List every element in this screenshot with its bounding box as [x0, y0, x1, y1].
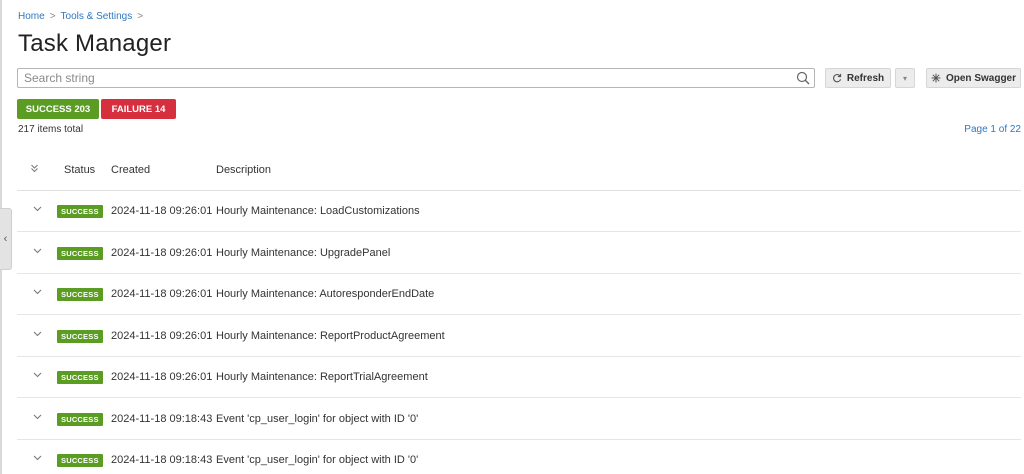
refresh-button[interactable]: Refresh — [825, 68, 891, 88]
chevron-down-icon[interactable] — [33, 246, 42, 256]
column-header-status[interactable]: Status — [64, 164, 95, 176]
open-swagger-button[interactable]: Open Swagger — [926, 68, 1021, 88]
column-header-created[interactable]: Created — [111, 164, 150, 176]
refresh-icon — [832, 73, 842, 83]
status-badge: SUCCESS — [57, 205, 103, 218]
chevron-down-icon[interactable] — [33, 412, 42, 422]
table-row[interactable]: SUCCESS 2024-11-18 09:18:43 Event 'cp_user… — [17, 440, 1021, 474]
search-box — [17, 68, 815, 88]
table-row[interactable]: SUCCESS 2024-11-18 09:26:01 Hourly Mainten… — [17, 316, 1021, 357]
status-badge: SUCCESS — [57, 412, 103, 426]
items-total: 217 items total — [18, 124, 84, 135]
breadcrumb-separator-icon: > — [137, 11, 144, 22]
breadcrumb-home[interactable]: Home — [18, 11, 45, 22]
breadcrumb-tools-settings[interactable]: Tools & Settings — [61, 11, 133, 22]
task-description: Hourly Maintenance: LoadCustomizations — [216, 205, 420, 217]
chevron-left-icon: ‹ — [3, 233, 8, 245]
created-timestamp: 2024-11-18 09:26:01 — [111, 371, 213, 383]
status-badge: SUCCESS — [57, 454, 103, 467]
swagger-icon — [931, 73, 941, 83]
column-header-description[interactable]: Description — [216, 164, 271, 176]
page-title: Task Manager — [18, 30, 172, 57]
open-swagger-label: Open Swagger — [945, 72, 1016, 84]
search-icon[interactable] — [796, 71, 810, 85]
created-timestamp: 2024-11-18 09:18:43 — [111, 454, 213, 466]
table-row[interactable]: SUCCESS 2024-11-18 09:18:43 Event 'cp_user… — [17, 399, 1021, 440]
table-row[interactable]: SUCCESS 2024-11-18 09:26:01 Hourly Mainten… — [17, 274, 1021, 315]
status-badge: SUCCESS — [57, 288, 103, 301]
breadcrumb: Home > Tools & Settings > — [18, 11, 143, 22]
created-timestamp: 2024-11-18 09:26:01 — [111, 205, 213, 217]
status-badge: SUCCESS — [57, 371, 103, 384]
chevron-down-icon[interactable] — [33, 453, 42, 463]
created-timestamp: 2024-11-18 09:26:01 — [111, 246, 213, 259]
chevron-down-icon[interactable] — [33, 287, 42, 297]
task-description: Event 'cp_user_login' for object with ID… — [216, 454, 419, 466]
chevron-down-icon: ▾ — [902, 73, 907, 83]
status-badge: SUCCESS — [57, 329, 103, 343]
table-row[interactable]: SUCCESS 2024-11-18 09:26:01 Hourly Mainten… — [17, 191, 1021, 232]
double-chevron-down-icon — [31, 164, 38, 173]
created-timestamp: 2024-11-18 09:18:43 — [111, 412, 213, 425]
failure-filter-button[interactable]: FAILURE 14 — [101, 99, 176, 119]
success-filter-button[interactable]: SUCCESS 203 — [17, 99, 99, 119]
pagination-info[interactable]: Page 1 of 22 — [964, 124, 1021, 135]
chevron-down-icon[interactable] — [33, 370, 42, 380]
search-input[interactable] — [18, 69, 788, 87]
breadcrumb-separator-icon: > — [49, 11, 56, 22]
refresh-dropdown-button[interactable]: ▾ — [895, 68, 915, 88]
sidebar-collapse-handle[interactable]: ‹ — [0, 208, 12, 270]
chevron-down-icon[interactable] — [33, 204, 42, 214]
refresh-label: Refresh — [846, 72, 885, 84]
task-description: Hourly Maintenance: ReportTrialAgreement — [216, 371, 428, 383]
chevron-down-icon[interactable] — [33, 329, 42, 339]
expand-all-icon[interactable] — [30, 164, 39, 176]
created-timestamp: 2024-11-18 09:26:01 — [111, 329, 213, 342]
task-description: Hourly Maintenance: ReportProductAgreeme… — [216, 329, 445, 342]
table-row[interactable]: SUCCESS 2024-11-18 09:26:01 Hourly Mainten… — [17, 357, 1021, 398]
table-header: Status Created Description — [17, 150, 1021, 191]
task-description: Hourly Maintenance: AutoresponderEndDate — [216, 288, 435, 300]
task-description: Hourly Maintenance: UpgradePanel — [216, 246, 391, 259]
table-row[interactable]: SUCCESS 2024-11-18 09:26:01 Hourly Mainten… — [17, 233, 1021, 274]
task-description: Event 'cp_user_login' for object with ID… — [216, 412, 419, 425]
status-badge: SUCCESS — [57, 246, 103, 260]
created-timestamp: 2024-11-18 09:26:01 — [111, 288, 213, 300]
